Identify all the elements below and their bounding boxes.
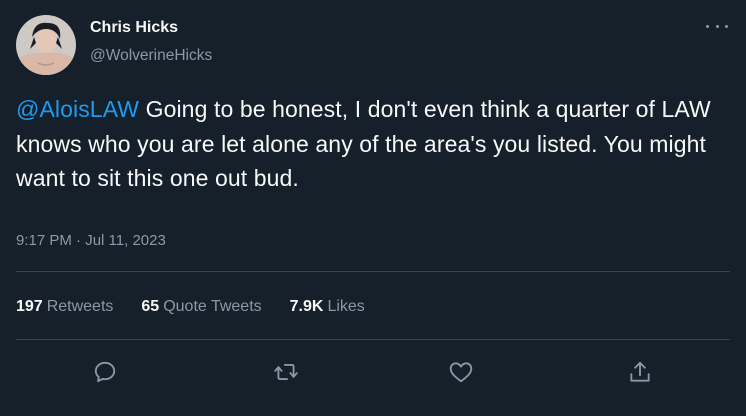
retweet-icon <box>274 364 298 380</box>
more-options-button[interactable] <box>706 16 728 36</box>
like-button[interactable] <box>445 356 477 388</box>
timestamp[interactable]: 9:17 PM · Jul 11, 2023 <box>16 231 166 251</box>
quote-tweets-label: Quote Tweets <box>163 298 262 315</box>
quote-tweets-count: 65 <box>141 298 160 315</box>
tweet-card: Chris Hicks @WolverineHicks @AloisLAW Go… <box>0 0 746 416</box>
more-dot-icon <box>715 24 719 28</box>
share-button[interactable] <box>624 356 656 388</box>
mention-link[interactable]: @AloisLAW <box>16 96 139 122</box>
retweets-count: 197 <box>16 298 43 315</box>
tweet-actions <box>0 352 746 392</box>
tweet-text: @AloisLAW Going to be honest, I don't ev… <box>16 92 732 196</box>
divider <box>16 271 730 272</box>
user-handle[interactable]: @WolverineHicks <box>90 46 212 66</box>
tweet-header: Chris Hicks @WolverineHicks <box>16 14 212 76</box>
reply-icon <box>94 361 116 383</box>
display-name[interactable]: Chris Hicks <box>90 18 212 38</box>
more-dot-icon <box>706 24 709 28</box>
author-names: Chris Hicks @WolverineHicks <box>90 19 212 66</box>
more-dot-icon <box>725 24 728 28</box>
share-icon <box>630 361 650 382</box>
user-avatar-icon <box>16 15 76 75</box>
reply-button[interactable] <box>89 356 121 388</box>
like-icon <box>449 362 473 383</box>
avatar[interactable] <box>16 15 76 75</box>
retweet-button[interactable] <box>270 356 302 388</box>
retweets-stat[interactable]: 197 Retweets <box>16 296 113 318</box>
likes-count: 7.9K <box>289 298 324 315</box>
quote-tweets-stat[interactable]: 65 Quote Tweets <box>141 296 261 318</box>
likes-stat[interactable]: 7.9K Likes <box>290 296 365 318</box>
retweets-label: Retweets <box>46 298 114 315</box>
likes-label: Likes <box>327 298 365 315</box>
divider <box>16 339 730 340</box>
tweet-stats: 197 Retweets 65 Quote Tweets 7.9K Likes <box>16 296 393 318</box>
